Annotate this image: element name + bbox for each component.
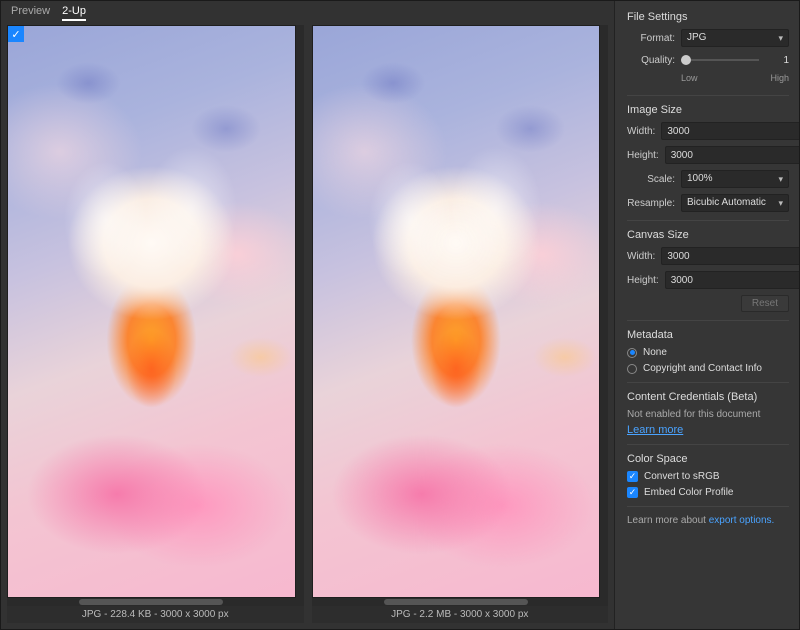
quality-high-label: High bbox=[770, 73, 789, 83]
scale-label: Scale: bbox=[627, 174, 675, 185]
img-height-input[interactable] bbox=[665, 146, 799, 164]
preview-right-hscroll[interactable] bbox=[312, 598, 601, 606]
metadata-none-label: None bbox=[643, 347, 667, 358]
credentials-learn-more-link[interactable]: Learn more bbox=[627, 424, 789, 436]
img-width-label: Width: bbox=[627, 126, 655, 137]
preview-left-vscroll[interactable] bbox=[296, 25, 304, 606]
preview-right: JPG - 2.2 MB - 3000 x 3000 px bbox=[312, 25, 609, 623]
preview-2up-container: ✓ JPG - 228.4 KB - 3000 x 3000 px bbox=[1, 21, 614, 629]
chevron-down-icon: ▾ bbox=[778, 195, 783, 211]
preview-left: ✓ JPG - 228.4 KB - 3000 x 3000 px bbox=[7, 25, 304, 623]
preview-right-caption: JPG - 2.2 MB - 3000 x 3000 px bbox=[312, 606, 609, 623]
img-width-input[interactable] bbox=[661, 122, 799, 140]
reset-button[interactable]: Reset bbox=[741, 295, 789, 312]
canvas-size-title: Canvas Size bbox=[627, 229, 789, 241]
preview-left-image[interactable]: ✓ bbox=[7, 25, 296, 598]
quality-value: 1 bbox=[775, 55, 789, 66]
preview-right-image[interactable] bbox=[312, 25, 601, 598]
credentials-status: Not enabled for this document bbox=[627, 409, 789, 420]
cv-width-label: Width: bbox=[627, 251, 655, 262]
file-settings-title: File Settings bbox=[627, 11, 789, 23]
credentials-title: Content Credentials (Beta) bbox=[627, 391, 789, 403]
quality-slider[interactable] bbox=[681, 53, 769, 67]
preview-pane: Preview 2-Up ✓ JPG - 228.4 KB - 3000 x 3… bbox=[1, 1, 614, 629]
export-dialog: Preview 2-Up ✓ JPG - 228.4 KB - 3000 x 3… bbox=[0, 0, 800, 630]
resample-select[interactable]: Bicubic Automatic ▾ bbox=[681, 194, 789, 212]
scale-value: 100% bbox=[687, 171, 713, 187]
preview-tabs: Preview 2-Up bbox=[1, 1, 614, 21]
image-size-title: Image Size bbox=[627, 104, 789, 116]
scale-select[interactable]: 100% ▾ bbox=[681, 170, 789, 188]
export-options-link[interactable]: export options. bbox=[709, 515, 775, 526]
tab-2up[interactable]: 2-Up bbox=[62, 5, 86, 21]
resample-value: Bicubic Automatic bbox=[687, 195, 766, 211]
preview-left-caption: JPG - 228.4 KB - 3000 x 3000 px bbox=[7, 606, 304, 623]
preview-right-vscroll[interactable] bbox=[600, 25, 608, 606]
metadata-copyright-label: Copyright and Contact Info bbox=[643, 363, 762, 374]
chevron-down-icon: ▾ bbox=[778, 30, 783, 46]
footer-text: Learn more about export options. bbox=[627, 515, 789, 526]
color-space-title: Color Space bbox=[627, 453, 789, 465]
selected-check-icon: ✓ bbox=[8, 26, 24, 42]
format-label: Format: bbox=[627, 33, 675, 44]
convert-srgb-label: Convert to sRGB bbox=[644, 471, 720, 482]
quality-label: Quality: bbox=[627, 55, 675, 66]
metadata-none-radio[interactable]: None bbox=[627, 347, 789, 358]
format-value: JPG bbox=[687, 30, 706, 46]
cv-width-input[interactable] bbox=[661, 247, 799, 265]
format-select[interactable]: JPG ▾ bbox=[681, 29, 789, 47]
embed-profile-label: Embed Color Profile bbox=[644, 487, 733, 498]
cv-height-input[interactable] bbox=[665, 271, 799, 289]
cv-height-label: Height: bbox=[627, 275, 659, 286]
tab-preview[interactable]: Preview bbox=[11, 5, 50, 21]
convert-srgb-checkbox[interactable]: ✓Convert to sRGB bbox=[627, 471, 789, 482]
metadata-title: Metadata bbox=[627, 329, 789, 341]
metadata-copyright-radio[interactable]: Copyright and Contact Info bbox=[627, 363, 789, 374]
embed-profile-checkbox[interactable]: ✓Embed Color Profile bbox=[627, 487, 789, 498]
resample-label: Resample: bbox=[627, 198, 675, 209]
quality-low-label: Low bbox=[681, 73, 698, 83]
preview-left-hscroll[interactable] bbox=[7, 598, 296, 606]
settings-panel: File Settings Format: JPG ▾ Quality: 1 L… bbox=[614, 1, 799, 629]
chevron-down-icon: ▾ bbox=[778, 171, 783, 187]
img-height-label: Height: bbox=[627, 150, 659, 161]
